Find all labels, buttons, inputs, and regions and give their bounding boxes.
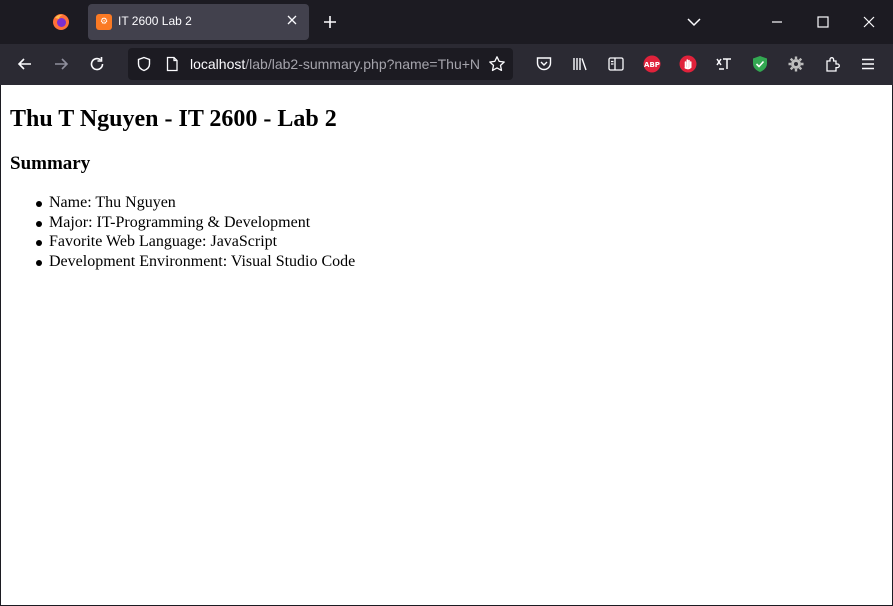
tracking-shield-icon[interactable] [136, 56, 152, 72]
navigation-toolbar: localhost/lab/lab2-summary.php?name=Thu+… [0, 44, 893, 85]
menu-icon[interactable] [859, 55, 877, 73]
tab-active[interactable]: ⚙ IT 2600 Lab 2 [88, 4, 309, 40]
summary-list: Name: Thu Nguyen Major: IT-Programming &… [10, 194, 355, 272]
url-bar[interactable]: localhost/lab/lab2-summary.php?name=Thu+… [128, 48, 513, 80]
extensions-icon[interactable] [823, 55, 841, 73]
url-path: /lab/lab2-summary.php?name=Thu+N [245, 56, 481, 72]
gear-icon[interactable] [787, 55, 805, 73]
maximize-icon[interactable] [814, 13, 832, 31]
xampp-icon: ⚙ [96, 14, 112, 30]
new-tab-icon[interactable] [321, 13, 339, 31]
library-icon[interactable] [571, 55, 589, 73]
pocket-icon[interactable] [535, 55, 553, 73]
list-all-tabs-icon[interactable] [685, 13, 703, 31]
tab-title: IT 2600 Lab 2 [118, 14, 192, 28]
list-item-name: Name: Thu Nguyen [10, 194, 355, 214]
list-item-major: Major: IT-Programming & Development [10, 214, 355, 234]
close-window-icon[interactable] [860, 13, 878, 31]
adblock-plus-icon[interactable]: ABP [643, 55, 661, 73]
list-item-environment: Development Environment: Visual Studio C… [10, 253, 355, 273]
reload-icon[interactable] [88, 55, 106, 73]
svg-text:ABP: ABP [644, 61, 660, 69]
page-info-icon[interactable] [164, 56, 180, 72]
forward-icon[interactable] [52, 55, 70, 73]
page-title: Thu T Nguyen - IT 2600 - Lab 2 [10, 106, 337, 132]
languagetool-icon[interactable] [715, 55, 733, 73]
minimize-icon[interactable] [768, 13, 786, 31]
bookmark-star-icon[interactable] [488, 55, 506, 73]
url-text[interactable]: localhost/lab/lab2-summary.php?name=Thu+… [190, 56, 480, 72]
tab-strip: ⚙ IT 2600 Lab 2 [0, 0, 893, 44]
shield-check-icon[interactable] [751, 55, 769, 73]
close-tab-icon[interactable] [285, 13, 299, 27]
url-host: localhost [190, 56, 246, 72]
sidebar-icon[interactable] [607, 55, 625, 73]
list-item-language: Favorite Web Language: JavaScript [10, 233, 355, 253]
blocker-hand-icon[interactable] [679, 55, 697, 73]
back-icon[interactable] [16, 55, 34, 73]
page-content: Thu T Nguyen - IT 2600 - Lab 2 Summary N… [0, 85, 893, 606]
firefox-icon[interactable] [52, 13, 70, 31]
section-title: Summary [10, 153, 91, 174]
